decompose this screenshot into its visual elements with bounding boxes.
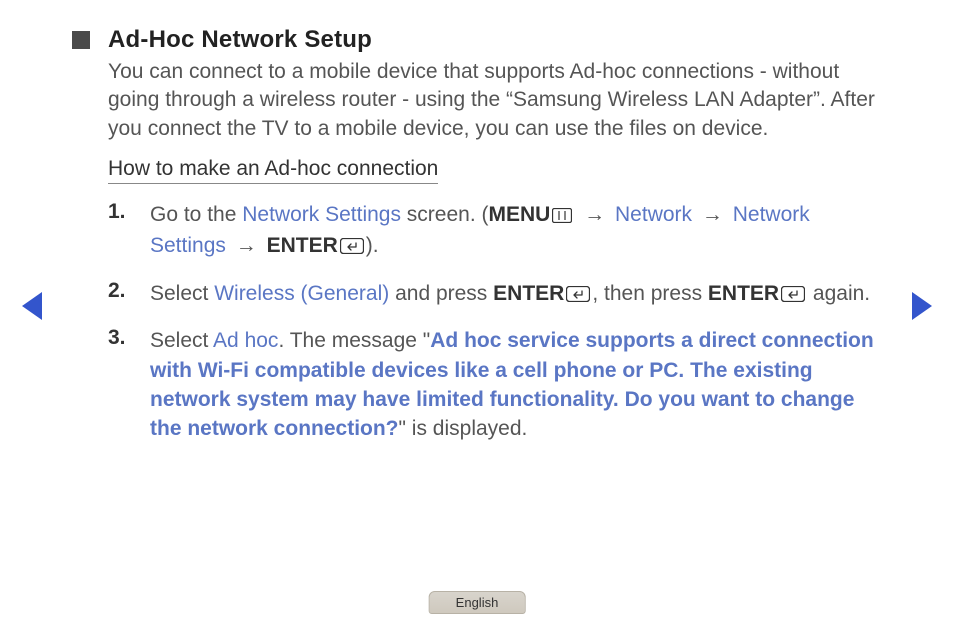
text: and press [389, 282, 493, 305]
arrow-icon: → [230, 234, 263, 257]
text: Select [150, 282, 214, 305]
step-2: 2. Select Wireless (General) and press E… [108, 279, 882, 310]
step-number: 3. [108, 326, 150, 350]
network-link: Network [615, 203, 692, 226]
enter-icon [781, 281, 805, 310]
language-tab[interactable]: English [429, 591, 526, 614]
page-title: Ad-Hoc Network Setup [108, 26, 372, 54]
text: , then press [592, 282, 708, 305]
step-number: 1. [108, 200, 150, 224]
steps-list: 1. Go to the Network Settings screen. (M… [108, 200, 882, 444]
text: Select [150, 329, 213, 352]
section-bullet-icon [72, 31, 90, 49]
text: . The message " [278, 329, 430, 352]
sub-heading: How to make an Ad-hoc connection [108, 157, 438, 184]
enter-label: ENTER [267, 234, 338, 257]
arrow-icon: → [696, 203, 729, 226]
arrow-icon: → [578, 203, 611, 226]
enter-icon [340, 233, 364, 262]
wireless-general-link: Wireless (General) [214, 282, 389, 305]
network-settings-link: Network Settings [242, 203, 401, 226]
step-number: 2. [108, 279, 150, 303]
enter-icon [566, 281, 590, 310]
text: Go to the [150, 203, 242, 226]
text: " is displayed. [399, 417, 528, 440]
step-1: 1. Go to the Network Settings screen. (M… [108, 200, 882, 263]
enter-label: ENTER [708, 282, 779, 305]
step-body: Select Wireless (General) and press ENTE… [150, 279, 882, 310]
text: screen. ( [401, 203, 489, 226]
enter-label: ENTER [493, 282, 564, 305]
intro-text: You can connect to a mobile device that … [108, 58, 882, 143]
step-body: Go to the Network Settings screen. (MENU… [150, 200, 882, 263]
text: ). [366, 234, 379, 257]
step-3: 3. Select Ad hoc. The message "Ad hoc se… [108, 326, 882, 444]
text: again. [807, 282, 870, 305]
step-body: Select Ad hoc. The message "Ad hoc servi… [150, 326, 882, 444]
ad-hoc-link: Ad hoc [213, 329, 278, 352]
menu-icon [552, 202, 572, 231]
next-page-button[interactable] [912, 292, 932, 320]
prev-page-button[interactable] [22, 292, 42, 320]
menu-label: MENU [489, 203, 551, 226]
